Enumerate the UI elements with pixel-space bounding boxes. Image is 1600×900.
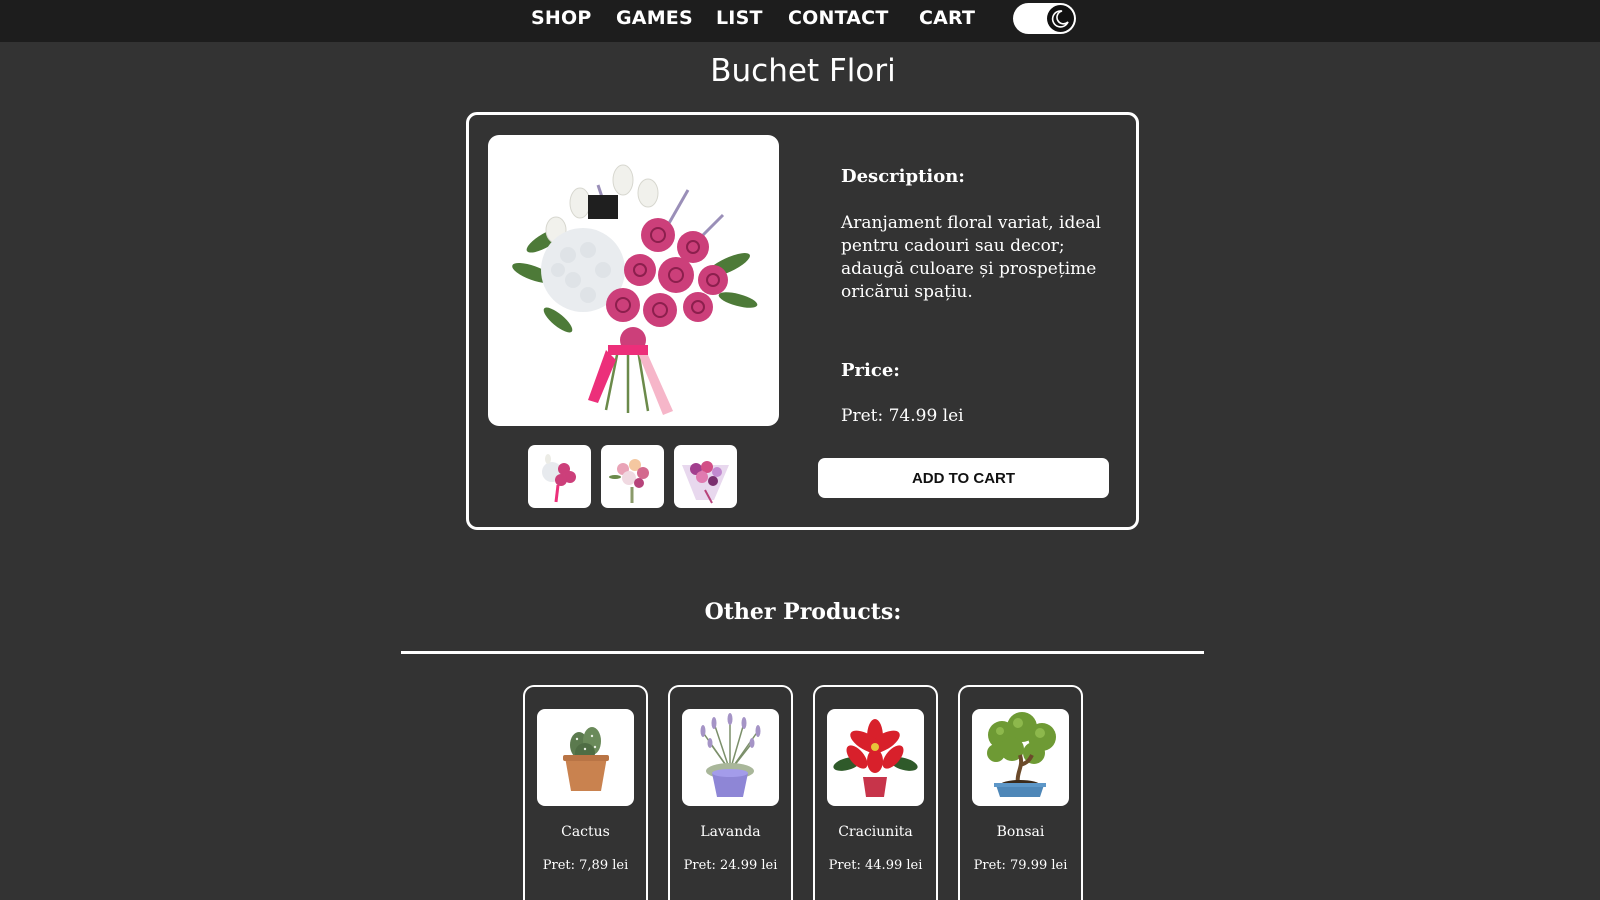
product-price: Pret: 74.99 lei [841, 406, 964, 426]
moon-icon [1051, 10, 1069, 28]
product-price: Pret: 7,89 lei [542, 858, 629, 873]
nav-link-list[interactable]: LIST [716, 6, 763, 30]
thumbnail-2[interactable] [601, 445, 664, 508]
description-heading: Description: [841, 166, 965, 187]
add-to-cart-button[interactable]: ADD TO CART [818, 458, 1109, 498]
product-description: Aranjament floral variat, ideal pentru c… [841, 213, 1101, 302]
product-name: Cactus [561, 824, 610, 840]
lavanda-image [682, 709, 779, 806]
product-card-lavanda[interactable]: Lavanda Pret: 24.99 lei [668, 685, 793, 900]
product-price: Pret: 44.99 lei [828, 858, 923, 873]
product-name: Craciunita [838, 824, 913, 840]
product-card-craciunita[interactable]: Craciunita Pret: 44.99 lei [813, 685, 938, 900]
lavender-plant-image [700, 713, 761, 797]
product-card: Description: Aranjament floral variat, i… [466, 112, 1139, 530]
thumbnail-1[interactable] [528, 445, 591, 508]
bonsai-plant-image [987, 712, 1056, 797]
bouquet-thumbnail-image [609, 459, 649, 503]
cactus-image [537, 709, 634, 806]
thumbnail-3[interactable] [674, 445, 737, 508]
bonsai-image [972, 709, 1069, 806]
craciunita-image [827, 709, 924, 806]
poinsettia-plant-image [833, 719, 918, 797]
product-price: Pret: 79.99 lei [973, 858, 1068, 873]
nav-link-shop[interactable]: SHOP [531, 6, 591, 30]
bouquet-thumbnail-image [542, 454, 576, 503]
nav-link-cart[interactable]: CART [919, 6, 975, 30]
cactus-plant-image [563, 727, 609, 791]
nav-links: SHOP GAMES LIST CONTACT CART [0, 0, 1600, 42]
product-name: Bonsai [996, 824, 1045, 840]
product-main-image [488, 135, 779, 426]
product-card-cactus[interactable]: Cactus Pret: 7,89 lei [523, 685, 648, 900]
product-price: Pret: 24.99 lei [683, 858, 778, 873]
other-products-title: Other Products: [704, 599, 902, 625]
nav-link-games[interactable]: GAMES [616, 6, 693, 30]
bouquet-image [512, 164, 758, 415]
theme-toggle[interactable] [1013, 3, 1076, 34]
toggle-knob [1047, 5, 1074, 32]
price-heading: Price: [841, 360, 900, 381]
page-title: Buchet Flori [710, 53, 896, 89]
section-divider [401, 651, 1204, 654]
nav-link-contact[interactable]: CONTACT [788, 6, 889, 30]
product-card-bonsai[interactable]: Bonsai Pret: 79.99 lei [958, 685, 1083, 900]
bouquet-thumbnail-image [682, 461, 729, 504]
navbar: SHOP GAMES LIST CONTACT CART [0, 0, 1600, 42]
product-name: Lavanda [700, 824, 761, 840]
